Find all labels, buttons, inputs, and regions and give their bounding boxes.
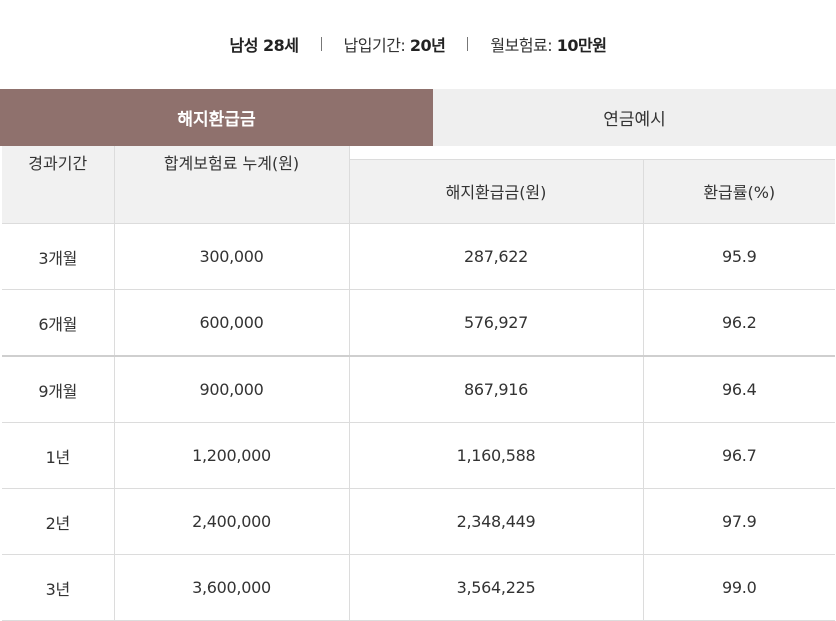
surrender-refund-table: 경과기간 합계보험료 누계(원) 해지환급금(원) 환급률(%) 3개월 300… xyxy=(2,146,835,621)
header-refund-rate: 환급률(%) xyxy=(643,159,835,224)
table-row: 2년 2,400,000 2,348,449 97.9 xyxy=(2,488,835,555)
cell-period: 3개월 xyxy=(2,223,115,290)
header-refund-amount: 해지환급금(원) xyxy=(349,159,644,224)
table-row: 3년 3,600,000 3,564,225 99.0 xyxy=(2,554,835,621)
table-row: 9개월 900,000 867,916 96.4 xyxy=(2,355,835,423)
cell-period: 6개월 xyxy=(2,289,115,356)
cell-refund-amount: 867,916 xyxy=(349,355,644,423)
cell-refund-rate: 96.7 xyxy=(643,422,835,489)
header-total-premium: 합계보험료 누계(원) xyxy=(114,146,350,224)
cell-total-premium: 1,200,000 xyxy=(114,422,350,489)
gender-age-text: 남성 28세 xyxy=(229,36,300,55)
header-spacer xyxy=(349,146,835,160)
divider xyxy=(467,37,469,51)
tab-annuity-example[interactable]: 연금예시 xyxy=(433,89,836,146)
monthly-premium-text: 월보험료: 10만원 xyxy=(490,36,607,55)
tab-surrender-refund[interactable]: 해지환급금 xyxy=(0,89,433,146)
insurance-info-bar: 남성 28세 납입기간: 20년 월보험료: 10만원 xyxy=(0,0,836,88)
cell-total-premium: 2,400,000 xyxy=(114,488,350,555)
cell-refund-rate: 97.9 xyxy=(643,488,835,555)
cell-period: 9개월 xyxy=(2,355,115,423)
payment-period-text: 납입기간: 20년 xyxy=(343,36,446,55)
cell-total-premium: 600,000 xyxy=(114,289,350,356)
table-row: 1년 1,200,000 1,160,588 96.7 xyxy=(2,422,835,489)
cell-refund-amount: 2,348,449 xyxy=(349,488,644,555)
cell-refund-amount: 1,160,588 xyxy=(349,422,644,489)
cell-refund-amount: 3,564,225 xyxy=(349,554,644,621)
cell-refund-rate: 99.0 xyxy=(643,554,835,621)
cell-refund-amount: 576,927 xyxy=(349,289,644,356)
cell-refund-rate: 95.9 xyxy=(643,223,835,290)
cell-refund-rate: 96.2 xyxy=(643,289,835,356)
tab-bar: 해지환급금 연금예시 xyxy=(0,89,836,146)
cell-total-premium: 900,000 xyxy=(114,355,350,423)
cell-total-premium: 300,000 xyxy=(114,223,350,290)
cell-refund-amount: 287,622 xyxy=(349,223,644,290)
header-period: 경과기간 xyxy=(2,146,115,224)
cell-refund-rate: 96.4 xyxy=(643,355,835,423)
cell-period: 2년 xyxy=(2,488,115,555)
table-row: 3개월 300,000 287,622 95.9 xyxy=(2,223,835,290)
cell-total-premium: 3,600,000 xyxy=(114,554,350,621)
cell-period: 3년 xyxy=(2,554,115,621)
divider xyxy=(320,37,322,51)
cell-period: 1년 xyxy=(2,422,115,489)
table-row: 6개월 600,000 576,927 96.2 xyxy=(2,289,835,356)
